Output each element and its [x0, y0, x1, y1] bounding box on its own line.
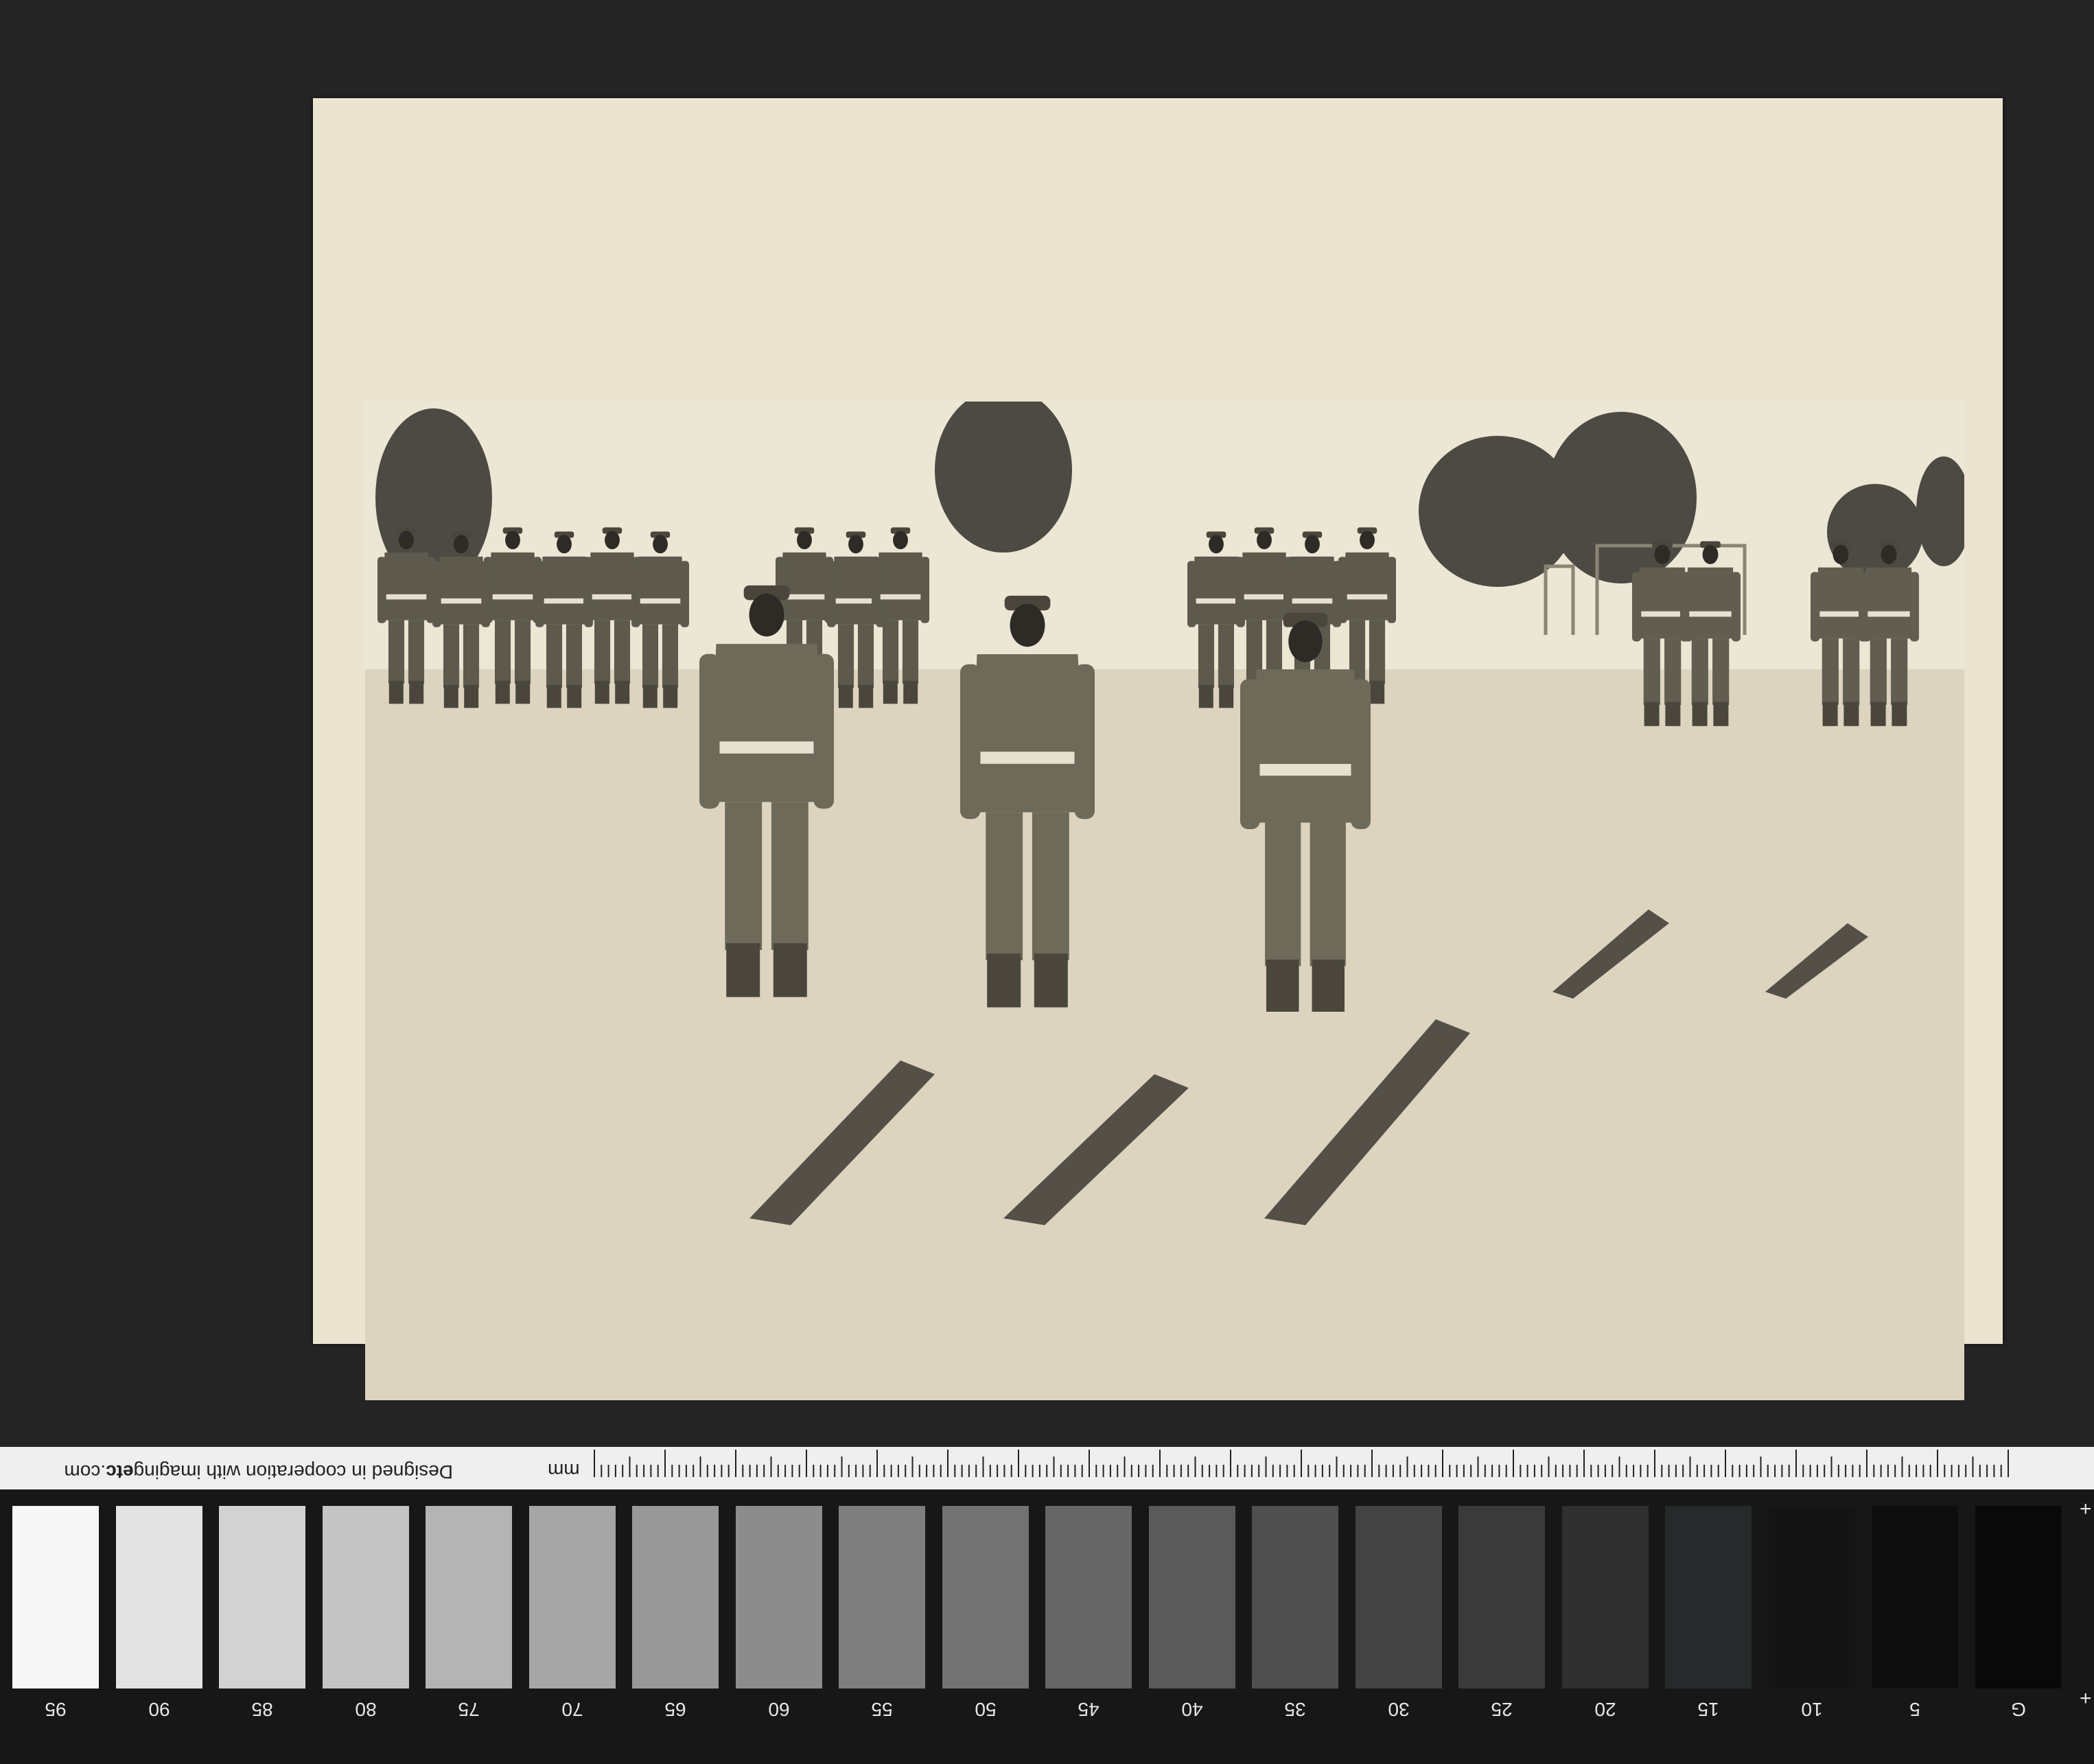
- patch-label: 95: [45, 1699, 67, 1720]
- patch-label: 80: [354, 1699, 377, 1720]
- ground: [365, 669, 1964, 1400]
- registration-mark-bottom: +: [2080, 1687, 2092, 1710]
- ruler-strip: Designed in cooperation with imagingetc.…: [0, 1447, 2094, 1489]
- gray-patch: [1355, 1506, 1442, 1688]
- color-target: Designed in cooperation with imagingetc.…: [0, 1447, 2094, 1764]
- patch-label: 50: [974, 1699, 997, 1720]
- patch-label: 40: [1180, 1699, 1203, 1720]
- gray-patch: [1252, 1506, 1338, 1688]
- gray-patch: [115, 1506, 202, 1688]
- patch-label: 55: [871, 1699, 893, 1720]
- photograph-print: [313, 98, 2003, 1400]
- gray-patch: [528, 1506, 616, 1688]
- gray-patch: [1665, 1506, 1752, 1688]
- credit-text: Designed in cooperation with imagingetc.…: [64, 1461, 453, 1483]
- patch-label: 5: [1909, 1699, 1920, 1720]
- ruler-ticks: [594, 1450, 2009, 1477]
- patch-label: 45: [1078, 1699, 1100, 1720]
- patch-label: 10: [1800, 1699, 1823, 1720]
- patch-label: 20: [1594, 1699, 1616, 1720]
- patch-label: 85: [251, 1699, 273, 1720]
- gray-patch: [12, 1506, 99, 1688]
- patch-label: 75: [458, 1699, 480, 1720]
- patch-label: 60: [767, 1699, 790, 1720]
- gray-patch: [735, 1506, 822, 1688]
- patch-label: 25: [1491, 1699, 1513, 1720]
- patch-label: 35: [1284, 1699, 1306, 1720]
- gray-patch: [322, 1506, 409, 1688]
- patch-label: 30: [1387, 1699, 1410, 1720]
- gray-patch: [632, 1506, 719, 1688]
- gray-patch: [1148, 1506, 1235, 1688]
- gray-patch: [219, 1506, 305, 1688]
- patch-label: 15: [1697, 1699, 1719, 1720]
- ruler-unit-label: mm: [548, 1460, 580, 1481]
- photo-scene: [365, 402, 1964, 1400]
- gray-patch: [839, 1506, 925, 1688]
- patch-label: 70: [561, 1699, 583, 1720]
- gray-patch: [426, 1506, 512, 1688]
- gray-patch: [1975, 1506, 2062, 1688]
- registration-mark-top: +: [2080, 1498, 2092, 1520]
- gray-patch: [1561, 1506, 1649, 1688]
- patch-label: 90: [148, 1699, 170, 1720]
- gray-patch: [1872, 1506, 1958, 1688]
- patch-label: 65: [664, 1699, 686, 1720]
- patch-label: G: [2010, 1699, 2026, 1720]
- gray-patch: [1458, 1506, 1545, 1688]
- gray-patch: [1045, 1506, 1132, 1688]
- gray-patch: [1768, 1506, 1855, 1688]
- gray-patch: [942, 1506, 1029, 1688]
